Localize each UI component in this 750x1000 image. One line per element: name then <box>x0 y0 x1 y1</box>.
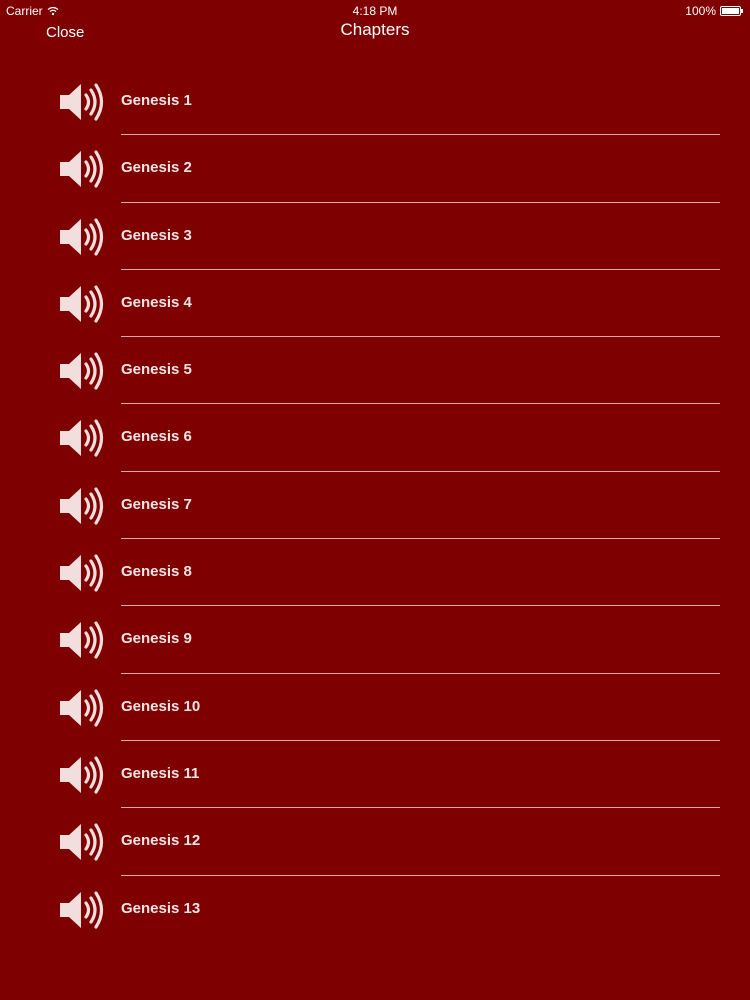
speaker-volume-icon <box>60 621 104 659</box>
chapter-label: Genesis 11 <box>121 764 200 782</box>
chapter-row[interactable]: Genesis 4 <box>0 270 750 338</box>
speaker-volume-icon <box>60 419 104 458</box>
chapter-label: Genesis 6 <box>121 428 192 446</box>
chapter-row[interactable]: Genesis 10 <box>0 674 750 741</box>
speaker-volume-icon <box>60 150 104 188</box>
chapter-row[interactable]: Genesis 9 <box>0 606 750 674</box>
chapter-label: Genesis 5 <box>121 361 192 379</box>
status-time: 4:18 PM <box>352 4 398 18</box>
speaker-volume-icon <box>60 890 104 929</box>
speaker-volume-icon <box>60 285 104 323</box>
battery-percent: 100% <box>685 4 716 18</box>
chapter-label: Genesis 9 <box>121 630 192 648</box>
speaker-volume-icon <box>60 554 104 592</box>
speaker-volume-icon <box>60 352 104 390</box>
chapter-label: Genesis 10 <box>121 697 201 715</box>
chapter-label: Genesis 8 <box>121 563 192 581</box>
chapter-row[interactable]: Genesis 8 <box>0 539 750 607</box>
chapter-row[interactable]: Genesis 6 <box>0 404 750 472</box>
speaker-volume-icon <box>60 217 104 256</box>
status-battery-group: 100% <box>685 4 744 18</box>
chapter-row[interactable]: Genesis 7 <box>0 472 750 540</box>
chapter-row[interactable]: Genesis 13 <box>0 876 750 943</box>
chapter-row[interactable]: Genesis 1 <box>0 68 750 136</box>
chapter-label: Genesis 4 <box>121 293 192 311</box>
chapter-label: Genesis 12 <box>121 832 201 850</box>
chapter-row[interactable]: Genesis 3 <box>0 203 750 270</box>
chapter-row[interactable]: Genesis 11 <box>0 741 750 809</box>
speaker-volume-icon <box>60 487 104 525</box>
chapter-row[interactable]: Genesis 12 <box>0 808 750 876</box>
chapter-label: Genesis 2 <box>121 159 192 177</box>
chapter-label: Genesis 13 <box>121 899 201 917</box>
battery-icon <box>720 6 743 16</box>
chapter-row[interactable]: Genesis 5 <box>0 337 750 405</box>
chapter-label: Genesis 7 <box>121 495 192 513</box>
page-title: Chapters <box>340 20 410 39</box>
speaker-volume-icon <box>60 83 104 121</box>
chapter-label: Genesis 3 <box>121 226 192 244</box>
speaker-volume-icon <box>60 756 104 794</box>
chapter-list: Genesis 1 Genesis 2 Genesis 3 Genesis 4 … <box>0 68 750 943</box>
chapter-label: Genesis 1 <box>121 92 192 109</box>
status-bar: Carrier 4:18 PM 100% <box>0 0 750 20</box>
speaker-volume-icon <box>60 823 104 861</box>
navigation-bar: Close Chapters <box>0 20 750 60</box>
chapter-row[interactable]: Genesis 2 <box>0 135 750 203</box>
speaker-volume-icon <box>60 689 104 727</box>
